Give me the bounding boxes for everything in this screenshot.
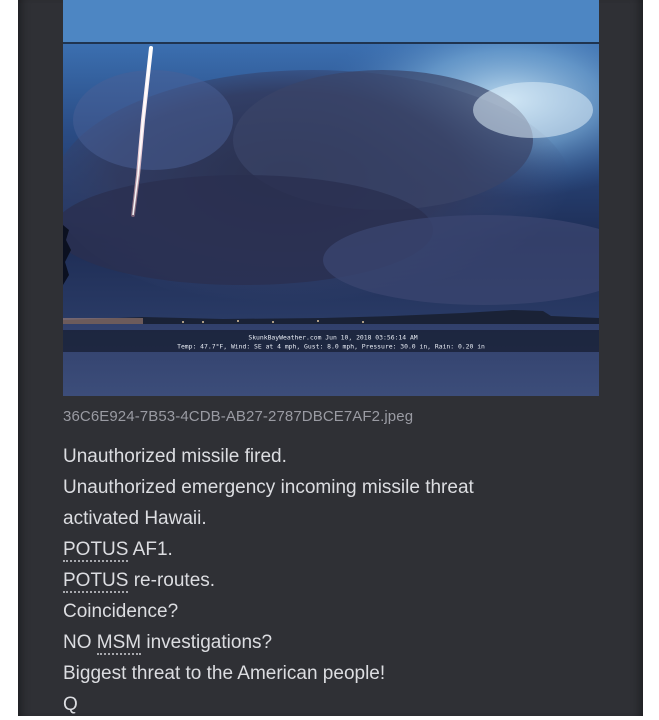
abbreviation[interactable]: MSM xyxy=(96,632,142,655)
message-line: Coincidence? xyxy=(63,601,179,622)
message-line: Unauthorized emergency incoming missile … xyxy=(63,477,474,529)
image-filename-link[interactable]: 36C6E924-7B53-4CDB-AB27-2787DBCE7AF2.jpe… xyxy=(63,407,623,427)
message-line: POTUS AF1. xyxy=(63,534,623,565)
message-text: re-routes. xyxy=(128,570,216,591)
message-line: Unauthorized missile fired. xyxy=(63,446,287,467)
post-image[interactable]: SkunkBayWeather.com Jun 10, 2018 03:56:1… xyxy=(63,0,599,396)
signature: Q xyxy=(63,694,78,715)
message-line: POTUS re-routes. xyxy=(63,565,623,596)
message-text: investigations? xyxy=(141,632,273,653)
post-message: Unauthorized missile fired. Unauthorized… xyxy=(63,441,623,720)
message-line: NO MSM investigations? xyxy=(63,627,623,658)
message-line: Biggest threat to the American people! xyxy=(63,663,386,684)
weather-overlay-line1: SkunkBayWeather.com Jun 10, 2018 03:56:1… xyxy=(248,334,417,342)
screen: SkunkBayWeather.com Jun 10, 2018 03:56:1… xyxy=(0,0,659,716)
message-text: AF1. xyxy=(128,539,173,560)
abbreviation[interactable]: POTUS xyxy=(63,539,129,562)
post-panel: SkunkBayWeather.com Jun 10, 2018 03:56:1… xyxy=(18,0,643,716)
abbreviation[interactable]: POTUS xyxy=(63,570,129,593)
weather-overlay-line2: Temp: 47.7°F, Wind: SE at 4 mph, Gust: 8… xyxy=(177,343,485,351)
weather-photo: SkunkBayWeather.com Jun 10, 2018 03:56:1… xyxy=(63,0,599,396)
post: SkunkBayWeather.com Jun 10, 2018 03:56:1… xyxy=(63,0,623,720)
message-text: NO xyxy=(63,632,97,653)
